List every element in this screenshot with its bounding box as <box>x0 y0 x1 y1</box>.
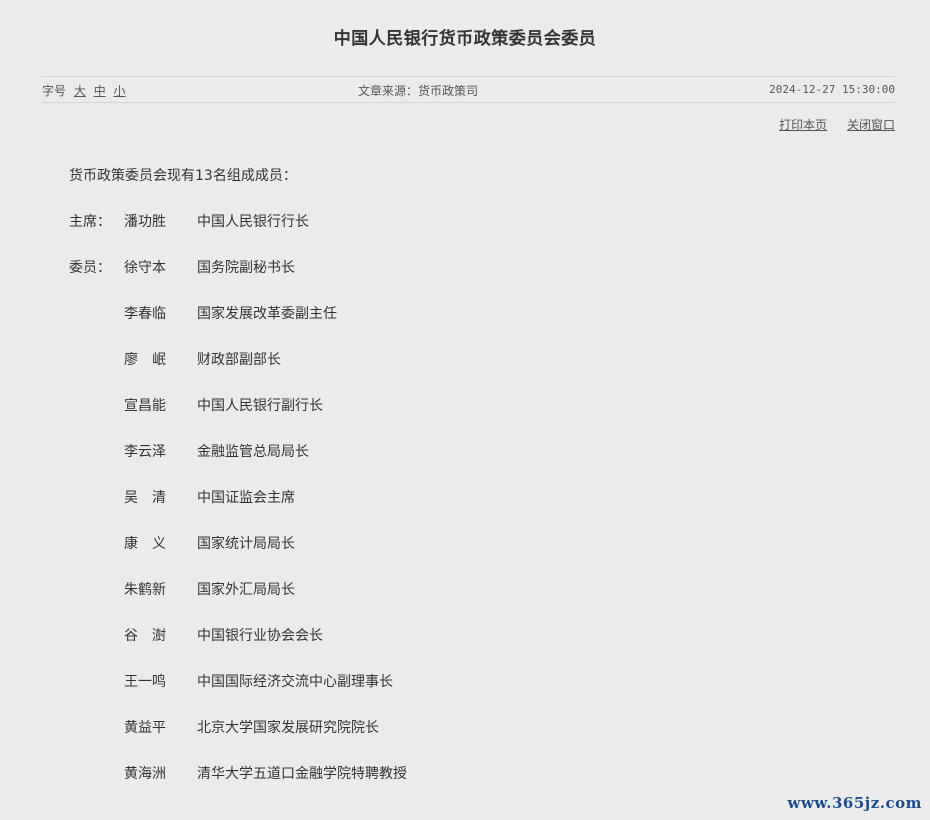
font-size-controls: 字号 大 中 小 <box>42 82 126 99</box>
publish-datetime: 2024-12-27 15:30:00 <box>769 83 895 96</box>
intro-text: 货币政策委员会现有13名组成成员： <box>69 168 297 184</box>
member-name: 朱鹤新 <box>124 582 166 598</box>
member-position: 中国人民银行副行长 <box>197 398 323 414</box>
close-window-link[interactable]: 关闭窗口 <box>847 118 895 132</box>
site-watermark: www.365jz.com <box>787 794 922 812</box>
member-row: 吴 清 中国证监会主席 <box>69 488 297 508</box>
font-size-medium-link[interactable]: 中 <box>94 84 106 98</box>
font-size-small-link[interactable]: 小 <box>114 84 126 98</box>
member-name: 李云泽 <box>124 444 166 460</box>
member-name: 吴 清 <box>124 490 166 506</box>
member-position: 北京大学国家发展研究院院长 <box>197 720 379 736</box>
member-name: 廖 岷 <box>124 352 166 368</box>
member-row: 黄海洲 清华大学五道口金融学院特聘教授 <box>69 764 407 784</box>
member-name: 谷 澍 <box>124 628 166 644</box>
member-position: 国家外汇局局长 <box>197 582 295 598</box>
member-position: 中国人民银行行长 <box>197 214 309 230</box>
member-position: 中国银行业协会会长 <box>197 628 323 644</box>
member-row: 廖 岷 财政部副部长 <box>69 350 297 370</box>
member-position: 中国证监会主席 <box>197 490 295 506</box>
member-role: 主席： <box>69 214 111 230</box>
member-role: 委员： <box>69 260 111 276</box>
member-list: 主席： 潘功胜 中国人民银行行长委员： 徐守本 国务院副秘书长李春临 国家发展改革委副主任… <box>69 212 407 784</box>
member-row: 王一鸣 中国国际经济交流中心副理事长 <box>69 672 393 692</box>
member-row: 李春临 国家发展改革委副主任 <box>69 304 337 324</box>
member-position: 金融监管总局局长 <box>197 444 309 460</box>
member-name: 黄益平 <box>124 720 166 736</box>
member-row: 李云泽 金融监管总局局长 <box>69 442 309 462</box>
print-page-link[interactable]: 打印本页 <box>779 118 827 132</box>
member-row: 朱鹤新 国家外汇局局长 <box>69 580 297 600</box>
member-name: 黄海洲 <box>124 766 166 782</box>
member-name: 康 义 <box>124 536 166 552</box>
font-size-label: 字号 <box>42 84 67 98</box>
member-position: 清华大学五道口金融学院特聘教授 <box>197 766 407 782</box>
member-position: 国家统计局局长 <box>197 536 295 552</box>
bottom-divider <box>42 102 895 103</box>
member-name: 潘功胜 <box>124 214 166 230</box>
member-position: 中国国际经济交流中心副理事长 <box>197 674 393 690</box>
font-size-large-link[interactable]: 大 <box>74 84 86 98</box>
member-row: 主席： 潘功胜 中国人民银行行长 <box>69 212 309 232</box>
member-row: 谷 澍 中国银行业协会会长 <box>69 626 323 646</box>
member-name: 李春临 <box>124 306 166 322</box>
member-row: 宣昌能 中国人民银行副行长 <box>69 396 323 416</box>
page-title: 中国人民银行货币政策委员会委员 <box>333 29 597 49</box>
article-content: 货币政策委员会现有13名组成成员： 主席： 潘功胜 中国人民银行行长委员： 徐守本 国务… <box>69 166 407 784</box>
member-name: 王一鸣 <box>124 674 166 690</box>
member-position: 国务院副秘书长 <box>197 260 295 276</box>
member-name: 徐守本 <box>124 260 166 276</box>
member-position: 国家发展改革委副主任 <box>197 306 337 322</box>
member-position: 财政部副部长 <box>197 352 281 368</box>
article-source: 文章来源：货币政策司 <box>358 84 479 98</box>
member-name: 宣昌能 <box>124 398 166 414</box>
top-divider <box>42 76 895 77</box>
page-actions: 打印本页 关闭窗口 <box>763 116 895 133</box>
member-row: 委员： 徐守本 国务院副秘书长 <box>69 258 297 278</box>
member-row: 康 义 国家统计局局长 <box>69 534 297 554</box>
member-row: 黄益平 北京大学国家发展研究院院长 <box>69 718 379 738</box>
